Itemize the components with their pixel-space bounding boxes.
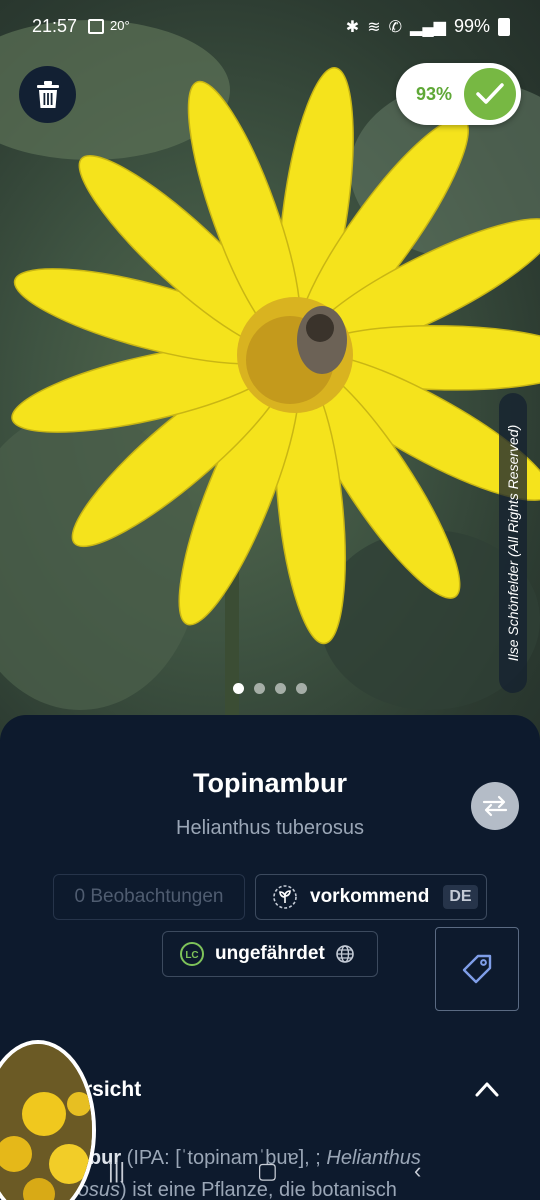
occurrence-label: vorkommend bbox=[310, 886, 430, 907]
status-time: 21:57 bbox=[32, 16, 78, 36]
threat-code: LC bbox=[185, 950, 198, 961]
sprout-icon bbox=[273, 885, 297, 909]
bluetooth-icon: ✱ bbox=[345, 18, 360, 36]
check-icon bbox=[464, 68, 516, 120]
system-nav-bar: ||| ▢ ‹ bbox=[0, 1150, 540, 1200]
tag-button[interactable] bbox=[435, 927, 519, 1011]
photo-pager[interactable] bbox=[233, 683, 307, 694]
collapse-overview-button[interactable] bbox=[474, 1080, 500, 1103]
recent-apps-icon[interactable]: ||| bbox=[108, 1158, 125, 1184]
pager-dot[interactable] bbox=[296, 683, 307, 694]
threat-status-chip[interactable]: LC ungefährdet bbox=[162, 931, 378, 977]
delete-button[interactable] bbox=[19, 66, 76, 123]
threat-label: ungefährdet bbox=[215, 943, 325, 964]
latin-name: Helianthus tuberosus bbox=[176, 817, 364, 839]
photo-credit: Ilse Schönfelder (All Rights Reserved) bbox=[499, 393, 527, 693]
home-icon[interactable]: ▢ bbox=[257, 1158, 278, 1184]
pager-dot[interactable] bbox=[254, 683, 265, 694]
back-icon[interactable]: ‹ bbox=[414, 1158, 421, 1184]
common-name: Topinambur bbox=[193, 768, 347, 798]
battery-percent: 99% bbox=[453, 16, 490, 36]
match-score-pill[interactable]: 93% bbox=[396, 63, 521, 125]
globe-icon bbox=[335, 945, 354, 963]
battery-icon bbox=[498, 17, 510, 36]
status-bar: 21:57 20° ✱ ≋ ✆ ▂▄▆ 99% bbox=[0, 0, 540, 54]
call-icon: ✆ bbox=[388, 18, 403, 36]
photo-credit-text: Ilse Schönfelder (All Rights Reserved) bbox=[505, 424, 521, 662]
match-score: 93% bbox=[416, 83, 453, 104]
occurrence-region: DE bbox=[443, 885, 478, 909]
plant-detail-screen: 21:57 20° ✱ ≋ ✆ ▂▄▆ 99% 93% Ilse Schönfe… bbox=[0, 0, 540, 1200]
pager-dot[interactable] bbox=[275, 683, 286, 694]
signal-icon: ▂▄▆ bbox=[410, 18, 446, 36]
least-concern-icon: LC bbox=[180, 942, 204, 966]
status-temperature: 20° bbox=[110, 18, 130, 33]
overview-title: rsicht bbox=[84, 1078, 142, 1101]
swap-icon bbox=[482, 795, 508, 817]
observations-label: 0 Beobachtungen bbox=[74, 886, 224, 907]
gallery-icon bbox=[88, 19, 104, 34]
tag-icon bbox=[462, 954, 492, 984]
chevron-up-icon bbox=[475, 1082, 499, 1097]
pager-dot[interactable] bbox=[233, 683, 244, 694]
observations-chip[interactable]: 0 Beobachtungen bbox=[53, 874, 245, 920]
swap-name-button[interactable] bbox=[471, 782, 519, 830]
wifi-icon: ≋ bbox=[367, 18, 381, 36]
trash-icon bbox=[36, 80, 59, 108]
occurrence-chip[interactable]: vorkommend DE bbox=[255, 874, 487, 920]
status-right: ✱ ≋ ✆ ▂▄▆ 99% bbox=[346, 16, 510, 37]
